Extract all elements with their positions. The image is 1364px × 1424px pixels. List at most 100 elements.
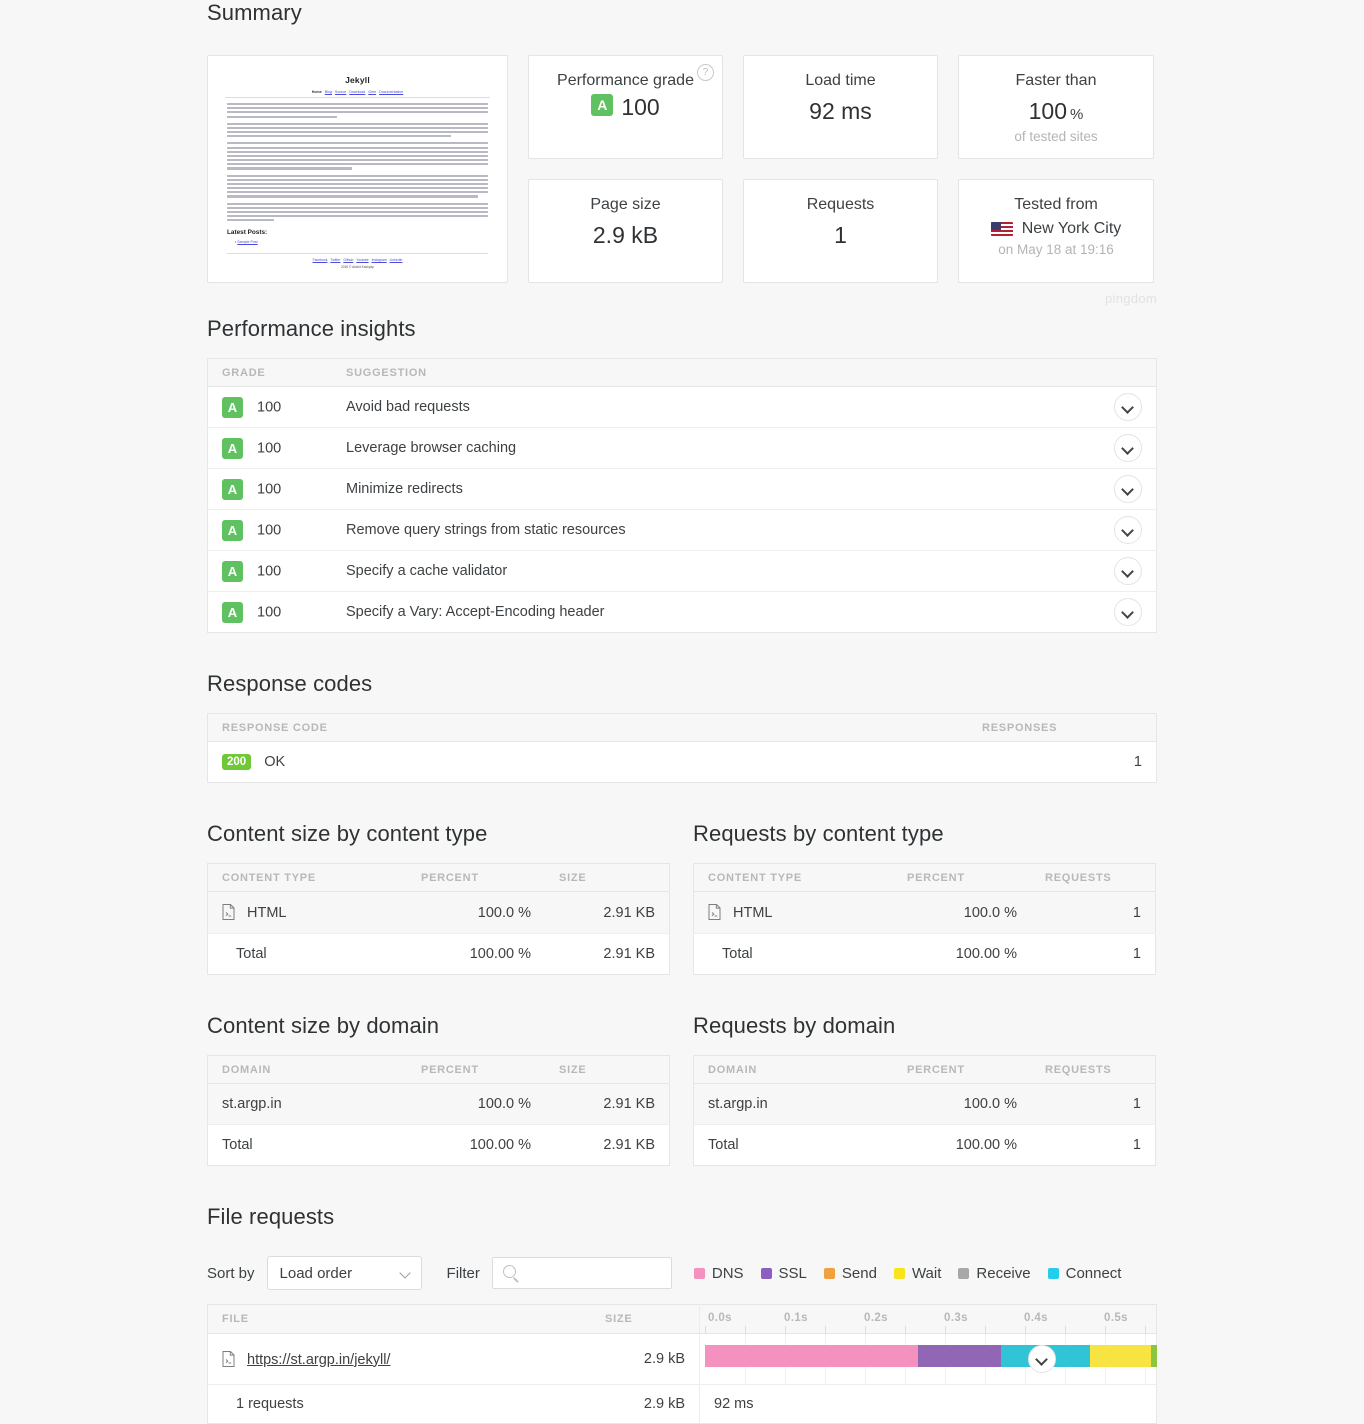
axis-tick-label: 0.0s	[708, 1312, 732, 1325]
content-type-cell: HTML	[693, 891, 893, 935]
insight-grade: A 100	[207, 509, 332, 551]
tested-from-location: New York City	[959, 220, 1153, 238]
insight-grade: A 100	[207, 591, 332, 633]
legend-label: Wait	[911, 1264, 942, 1282]
total-size: 2.91 KB	[545, 1124, 670, 1166]
column-header-response-code: RESPONSE CODE	[207, 713, 968, 742]
insight-suggestion: Specify a cache validator	[332, 550, 1068, 592]
table-row[interactable]: A 100 Specify a Vary: Accept-Encoding hea…	[207, 591, 1157, 633]
sort-by-value: Load order	[279, 1265, 353, 1283]
legend-label: Send	[841, 1264, 877, 1282]
table-header-row: GRADE SUGGESTION	[207, 358, 1157, 387]
load-time-value: 92 ms	[809, 98, 872, 124]
timeline-segment-ssl	[918, 1345, 1001, 1368]
chevron-down-icon[interactable]	[1028, 1345, 1056, 1374]
domain-name: st.argp.in	[207, 1083, 407, 1126]
thumbnail-paragraph	[227, 142, 488, 170]
percent-sign: %	[1070, 106, 1084, 123]
thumbnail-footer-links: Facebook Twitter Github Youtube Instagra…	[217, 258, 498, 262]
performance-grade-card: ? Performance grade A 100	[528, 55, 723, 159]
axis-tick-label: 0.1s	[784, 1312, 808, 1325]
grade-score: 100	[257, 399, 282, 415]
file-requests-table: FILE SIZE 0.0s 0.1s 0.2s 0.3s 0.4s 0.5s	[207, 1304, 1157, 1424]
table-header-row: CONTENT TYPE PERCENT SIZE	[207, 863, 670, 893]
table-row[interactable]: A 100 Remove query strings from static re…	[207, 509, 1157, 551]
site-thumbnail[interactable]: Jekyll Home Blog Source Download Gem Doc…	[207, 55, 508, 283]
chevron-down-icon[interactable]	[1114, 475, 1142, 503]
pingdom-logo: pingdom	[1105, 291, 1157, 306]
table-row[interactable]: A 100 Specify a cache validator	[207, 550, 1157, 592]
insight-grade: A 100	[207, 427, 332, 469]
column-header-requests: REQUESTS	[1031, 1055, 1156, 1085]
table-row[interactable]: A 100 Leverage browser caching	[207, 427, 1157, 469]
table-row: st.argp.in 100.0 % 1	[693, 1083, 1156, 1126]
total-percent: 100.00 %	[407, 1124, 545, 1166]
legend-swatch	[893, 1267, 905, 1279]
table-row[interactable]: https://st.argp.in/jekyll/ 2.9 kB	[207, 1333, 1157, 1386]
table-row[interactable]: A 100 Avoid bad requests	[207, 386, 1157, 428]
total-size: 2.91 KB	[545, 933, 670, 975]
html-file-icon	[222, 1350, 235, 1367]
response-code-text: OK	[264, 754, 286, 770]
sort-by-select[interactable]: Load order	[266, 1256, 422, 1291]
legend-item-ssl: SSL	[760, 1265, 807, 1282]
column-header-content-type: CONTENT TYPE	[207, 863, 407, 893]
chevron-down-icon[interactable]	[1114, 516, 1142, 544]
requests-type-title: Requests by content type	[693, 821, 944, 847]
chevron-down-icon	[398, 1267, 411, 1279]
legend-swatch	[693, 1267, 705, 1279]
content-size-type-title: Content size by content type	[207, 821, 488, 847]
column-header-file: FILE	[207, 1304, 591, 1335]
summary-grid: Jekyll Home Blog Source Download Gem Doc…	[207, 55, 1157, 283]
requests-card: Requests 1	[743, 179, 938, 283]
performance-grade-score: 100	[621, 94, 660, 120]
content-size-by-domain-block: Content size by domain DOMAIN PERCENT SI…	[207, 1013, 670, 1167]
faster-than-value-row: 100%	[959, 98, 1153, 125]
legend-item-connect: Connect	[1047, 1265, 1121, 1282]
file-requests-controls: Sort by Load order Filter DNS SSL Send W…	[207, 1256, 1157, 1291]
help-icon[interactable]: ?	[697, 64, 714, 81]
thumbnail-nav-link: Blog	[324, 90, 332, 94]
legend-item-dns: DNS	[693, 1265, 744, 1282]
faster-than-card: Faster than 100% of tested sites	[958, 55, 1154, 159]
column-header-domain: DOMAIN	[207, 1055, 407, 1085]
thumbnail-nav-link: Source	[334, 90, 347, 94]
table-row: HTML 100.0 % 2.91 KB	[207, 891, 670, 935]
chevron-down-icon[interactable]	[1114, 598, 1142, 626]
table-row[interactable]: A 100 Minimize redirects	[207, 468, 1157, 510]
insight-expand-cell	[1068, 468, 1157, 510]
domain-percent: 100.0 %	[407, 1083, 545, 1126]
requests-label: Requests	[806, 196, 875, 213]
grade-score: 100	[257, 563, 282, 579]
table-row: st.argp.in 100.0 % 2.91 KB	[207, 1083, 670, 1126]
grade-badge: A	[222, 560, 243, 582]
insight-grade: A 100	[207, 386, 332, 428]
chevron-down-icon[interactable]	[1114, 434, 1142, 462]
insight-suggestion: Leverage browser caching	[332, 427, 1068, 469]
insight-suggestion: Specify a Vary: Accept-Encoding header	[332, 591, 1068, 633]
requests-value: 1	[834, 222, 847, 248]
load-time-label: Load time	[805, 72, 876, 89]
total-percent: 100.00 %	[893, 933, 1031, 975]
chevron-down-icon[interactable]	[1114, 557, 1142, 585]
speed-test-report: Summary Jekyll Home Blog Source Download…	[0, 0, 1364, 1424]
timeline-legend: DNS SSL Send Wait Receive Connect	[693, 1264, 1121, 1282]
table-row: HTML 100.0 % 1	[693, 891, 1156, 935]
content-size-by-type-table: CONTENT TYPE PERCENT SIZE HTML 100.0 % 2…	[207, 863, 670, 976]
total-percent: 100.00 %	[407, 933, 545, 975]
grade-badge: A	[222, 396, 243, 418]
thumbnail-footer-link: LinkedIn	[389, 258, 403, 263]
thumbnail-divider	[225, 97, 490, 98]
chevron-down-icon[interactable]	[1114, 393, 1142, 421]
stat-column-3: Faster than 100% of tested sites Tested …	[958, 55, 1154, 283]
column-header-suggestion: SUGGESTION	[332, 358, 1068, 387]
column-header-percent: PERCENT	[407, 863, 545, 893]
filter-input[interactable]	[491, 1257, 672, 1290]
thumbnail-nav-home: Home	[311, 90, 322, 94]
file-url-link[interactable]: https://st.argp.in/jekyll/	[247, 1352, 390, 1368]
total-label: Total	[693, 933, 893, 975]
insight-grade: A 100	[207, 468, 332, 510]
search-icon	[502, 1265, 516, 1279]
table-total-row: Total 100.00 % 1	[693, 933, 1156, 975]
content-type-percent: 100.0 %	[893, 891, 1031, 935]
